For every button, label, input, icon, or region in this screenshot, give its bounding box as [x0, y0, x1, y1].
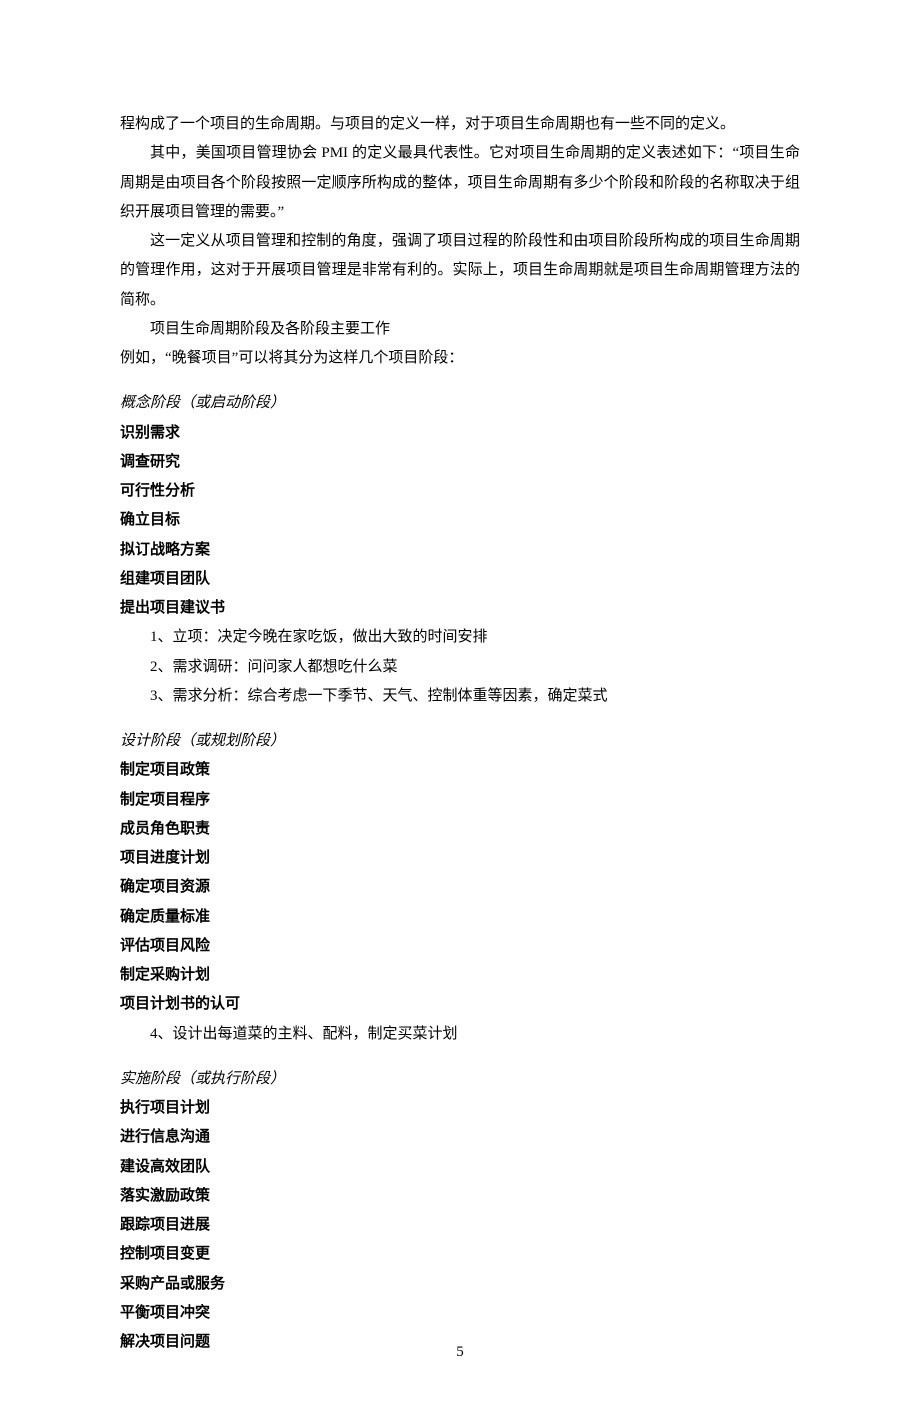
- phase-title-execute: 实施阶段（或执行阶段）: [120, 1065, 800, 1094]
- list-item: 提出项目建议书: [120, 594, 800, 623]
- paragraph: 项目生命周期阶段及各阶段主要工作: [120, 315, 800, 344]
- list-item: 平衡项目冲突: [120, 1299, 800, 1328]
- list-item: 制定项目政策: [120, 756, 800, 785]
- list-item: 评估项目风险: [120, 932, 800, 961]
- list-item: 执行项目计划: [120, 1094, 800, 1123]
- phase-title-design: 设计阶段（或规划阶段）: [120, 727, 800, 756]
- list-item: 确定质量标准: [120, 903, 800, 932]
- list-item: 落实激励政策: [120, 1182, 800, 1211]
- numbered-item-2: 2、需求调研：问问家人都想吃什么菜: [120, 653, 800, 682]
- list-item: 项目计划书的认可: [120, 990, 800, 1019]
- page-number: 5: [0, 1338, 920, 1367]
- list-item: 控制项目变更: [120, 1240, 800, 1269]
- paragraph: 程构成了一个项目的生命周期。与项目的定义一样，对于项目生命周期也有一些不同的定义…: [120, 110, 800, 139]
- numbered-item-4: 4、设计出每道菜的主料、配料，制定买菜计划: [120, 1020, 800, 1049]
- list-item: 识别需求: [120, 419, 800, 448]
- list-item: 采购产品或服务: [120, 1270, 800, 1299]
- list-item: 进行信息沟通: [120, 1123, 800, 1152]
- list-item: 组建项目团队: [120, 565, 800, 594]
- list-item: 确定项目资源: [120, 873, 800, 902]
- list-item: 制定项目程序: [120, 786, 800, 815]
- phase-title-concept: 概念阶段（或启动阶段）: [120, 389, 800, 418]
- document-page: 程构成了一个项目的生命周期。与项目的定义一样，对于项目生命周期也有一些不同的定义…: [0, 0, 920, 1417]
- list-item: 调查研究: [120, 448, 800, 477]
- numbered-item-1: 1、立项：决定今晚在家吃饭，做出大致的时间安排: [120, 623, 800, 652]
- list-item: 确立目标: [120, 506, 800, 535]
- list-item: 跟踪项目进展: [120, 1211, 800, 1240]
- list-item: 拟订战略方案: [120, 536, 800, 565]
- paragraph: 例如，“晚餐项目”可以将其分为这样几个项目阶段：: [120, 344, 800, 373]
- list-item: 制定采购计划: [120, 961, 800, 990]
- list-item: 建设高效团队: [120, 1153, 800, 1182]
- paragraph: 其中，美国项目管理协会 PMI 的定义最具代表性。它对项目生命周期的定义表述如下…: [120, 139, 800, 227]
- list-item: 项目进度计划: [120, 844, 800, 873]
- paragraph: 这一定义从项目管理和控制的角度，强调了项目过程的阶段性和由项目阶段所构成的项目生…: [120, 227, 800, 315]
- list-item: 成员角色职责: [120, 815, 800, 844]
- list-item: 可行性分析: [120, 477, 800, 506]
- numbered-item-3: 3、需求分析：综合考虑一下季节、天气、控制体重等因素，确定菜式: [120, 682, 800, 711]
